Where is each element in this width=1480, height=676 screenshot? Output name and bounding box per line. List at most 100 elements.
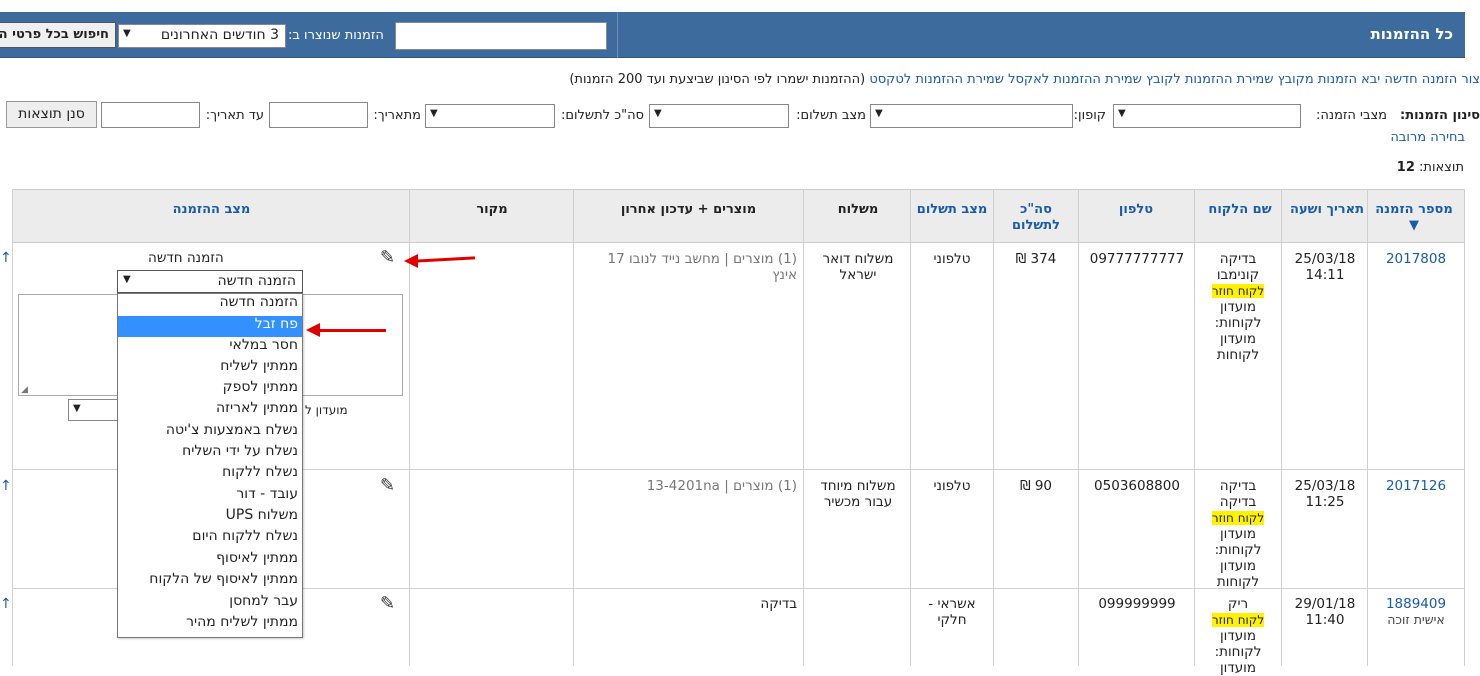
results-number: 12 xyxy=(1396,160,1415,175)
phone-value: 099999999 xyxy=(1098,596,1176,612)
status-option[interactable]: ממתין לשליח מהיר xyxy=(118,614,302,635)
resize-handle-icon[interactable]: ◢ xyxy=(21,385,28,395)
from-date-input[interactable] xyxy=(269,102,368,128)
order-date: 29/01/18 11:40 xyxy=(1294,596,1356,628)
source-value: בדיקה xyxy=(760,596,797,612)
status-option[interactable]: ממתין לאיסוף של הלקוח xyxy=(118,571,302,592)
customer-cell: בדיקה בדיקה לקוח חוזר מועדון לקוחות: מוע… xyxy=(1205,478,1271,590)
products-value: (1) מוצרים | 13-4201na xyxy=(646,478,797,494)
status-option[interactable]: נשלח באמצעות צ'יטה xyxy=(118,422,302,443)
order-date: 25/03/18 11:25 xyxy=(1294,478,1356,510)
customer-name: בדיקה קונימבו xyxy=(1216,251,1260,283)
coupon-filter-label: קופון: xyxy=(1073,108,1106,123)
pencil-icon[interactable]: ✎ xyxy=(380,247,395,268)
chevron-down-icon: ▼ xyxy=(430,108,438,119)
save-file-link[interactable]: שמירת ההזמנות לקובץ xyxy=(1146,72,1273,87)
order-number-link[interactable]: 2017808 xyxy=(1386,251,1446,267)
customer-name: בדיקה בדיקה xyxy=(1219,478,1257,510)
order-number-link[interactable]: 2017126 xyxy=(1386,478,1446,494)
order-number-link[interactable]: 1889409 xyxy=(1386,596,1446,612)
status-option[interactable]: הזמנה חדשה xyxy=(118,294,302,315)
grid-line xyxy=(910,189,911,666)
grid-line xyxy=(12,189,13,666)
returning-customer-badge: לקוח חוזר xyxy=(1211,613,1265,627)
returning-customer-badge: לקוח חוזר xyxy=(1211,284,1265,298)
order-status-dropdown-list[interactable]: הזמנה חדשה פח זבל חסר במלאי ממתין לשליח … xyxy=(117,293,303,638)
status-option[interactable]: עובד - דור xyxy=(118,486,302,507)
status-option[interactable]: ממתין לאיסוף xyxy=(118,550,302,571)
period-select-value: 3 חודשים האחרונים xyxy=(160,27,279,43)
status-option[interactable]: ממתין לאריזה xyxy=(118,400,302,421)
col-shipping: משלוח xyxy=(837,202,879,217)
chevron-down-icon: ▼ xyxy=(73,403,81,414)
status-option[interactable]: חסר במלאי xyxy=(118,337,302,358)
status-option[interactable]: עבר למחסן xyxy=(118,593,302,614)
payment-status-value: אשראי - חלקי xyxy=(928,596,976,628)
order-status-select[interactable]: הזמנה חדשה ▼ xyxy=(117,270,303,293)
col-order-status[interactable]: מצב ההזמנה xyxy=(14,202,409,218)
grid-line xyxy=(1464,189,1465,666)
status-option[interactable]: משלוח UPS xyxy=(118,507,302,528)
annotation-arrow-head-icon xyxy=(404,254,418,268)
status-option[interactable]: ממתין לספק xyxy=(118,379,302,400)
period-select[interactable]: 3 חודשים האחרונים ▼ xyxy=(118,24,286,48)
annotation-arrow-line xyxy=(318,329,386,332)
import-orders-link[interactable]: יבא הזמנות מקובץ xyxy=(1278,72,1381,87)
customer-cell: בדיקה קונימבו לקוח חוזר מועדון לקוחות: מ… xyxy=(1205,251,1271,363)
customer-club: מועדון לקוחות: מועדון xyxy=(1214,628,1262,676)
pencil-icon[interactable]: ✎ xyxy=(380,475,395,496)
multi-select-link[interactable]: בחירה מרובה xyxy=(1390,130,1465,145)
col-phone[interactable]: טלפון xyxy=(1080,202,1192,218)
grid-line xyxy=(1367,189,1368,666)
status-filter-label: מצבי הזמנה: xyxy=(1316,108,1387,123)
pencil-icon[interactable]: ✎ xyxy=(380,593,395,614)
customer-name: ריק xyxy=(1227,596,1249,612)
payment-status-value: טלפוני xyxy=(933,251,971,267)
annotation-arrow-head-icon xyxy=(306,323,320,337)
col-total[interactable]: סה"כ לתשלום xyxy=(996,202,1076,234)
save-excel-link[interactable]: שמירת ההזמנות לאקסל xyxy=(1008,72,1142,87)
col-payment-status[interactable]: מצב תשלום xyxy=(912,202,992,218)
col-date[interactable]: תאריך ושעה xyxy=(1286,202,1368,218)
total-filter-select[interactable]: ▼ xyxy=(425,104,555,128)
save-text-link[interactable]: שמירת ההזמנות לטקסט xyxy=(869,72,1004,87)
filter-results-button[interactable]: סנן תוצאות xyxy=(6,101,97,128)
total-value: 374 ₪ xyxy=(1015,251,1057,267)
to-date-input[interactable] xyxy=(101,102,200,128)
phone-value: 09777777777 xyxy=(1089,251,1185,267)
up-arrow-icon[interactable]: ↑ xyxy=(0,478,12,494)
grid-line xyxy=(803,189,804,666)
customer-club: מועדון לקוחות: מועדון לקוחות xyxy=(1214,299,1262,363)
col-products: מוצרים + עדכון אחרון xyxy=(620,202,757,217)
search-input[interactable] xyxy=(395,22,607,50)
status-option[interactable]: נשלח ללקוח היום xyxy=(118,528,302,549)
status-option-highlighted[interactable]: פח זבל xyxy=(118,316,302,337)
results-count: תוצאות: 12 xyxy=(1397,160,1464,175)
phone-value: 0503608800 xyxy=(1094,478,1180,494)
order-status-current: הזמנה חדשה xyxy=(148,250,224,266)
chevron-down-icon: ▼ xyxy=(875,108,883,119)
create-order-link[interactable]: צור הזמנה חדשה xyxy=(1384,72,1480,87)
chevron-down-icon: ▼ xyxy=(654,108,662,119)
up-arrow-icon[interactable]: ↑ xyxy=(0,250,12,266)
status-option[interactable]: נשלח ללקוח xyxy=(118,464,302,485)
col-customer[interactable]: שם הלקוח xyxy=(1200,202,1280,218)
returning-customer-badge: לקוח חוזר xyxy=(1211,511,1265,525)
shipping-value: משלוח מיוחד עבור מכשיר xyxy=(820,478,896,510)
payment-status-value: טלפוני xyxy=(933,478,971,494)
up-arrow-icon[interactable]: ↑ xyxy=(0,596,12,612)
status-filter-select[interactable]: ▼ xyxy=(1113,104,1301,128)
header-bar: כל ההזמנות הזמנות שנוצרו ב: 3 חודשים האח… xyxy=(0,12,1465,58)
search-all-button[interactable]: חיפוש בכל פרטי ה xyxy=(0,22,116,48)
customer-cell: ריק לקוח חוזר מועדון לקוחות: מועדון xyxy=(1205,596,1271,676)
coupon-filter-select[interactable]: ▼ xyxy=(870,104,1073,128)
status-option[interactable]: נשלח על ידי השליח xyxy=(118,443,302,464)
grid-line xyxy=(1078,189,1079,666)
status-option[interactable]: ממתין לשליח xyxy=(118,358,302,379)
chevron-down-icon: ▼ xyxy=(123,274,131,285)
order-status-select-value: הזמנה חדשה xyxy=(217,273,296,289)
col-order-number[interactable]: מספר הזמנה ▼ xyxy=(1368,202,1460,234)
customer-club: מועדון לקוחות: מועדון לקוחות xyxy=(1214,526,1262,590)
payment-filter-select[interactable]: ▼ xyxy=(649,104,789,128)
order-sub-label: אישית זוכה xyxy=(1387,612,1445,627)
